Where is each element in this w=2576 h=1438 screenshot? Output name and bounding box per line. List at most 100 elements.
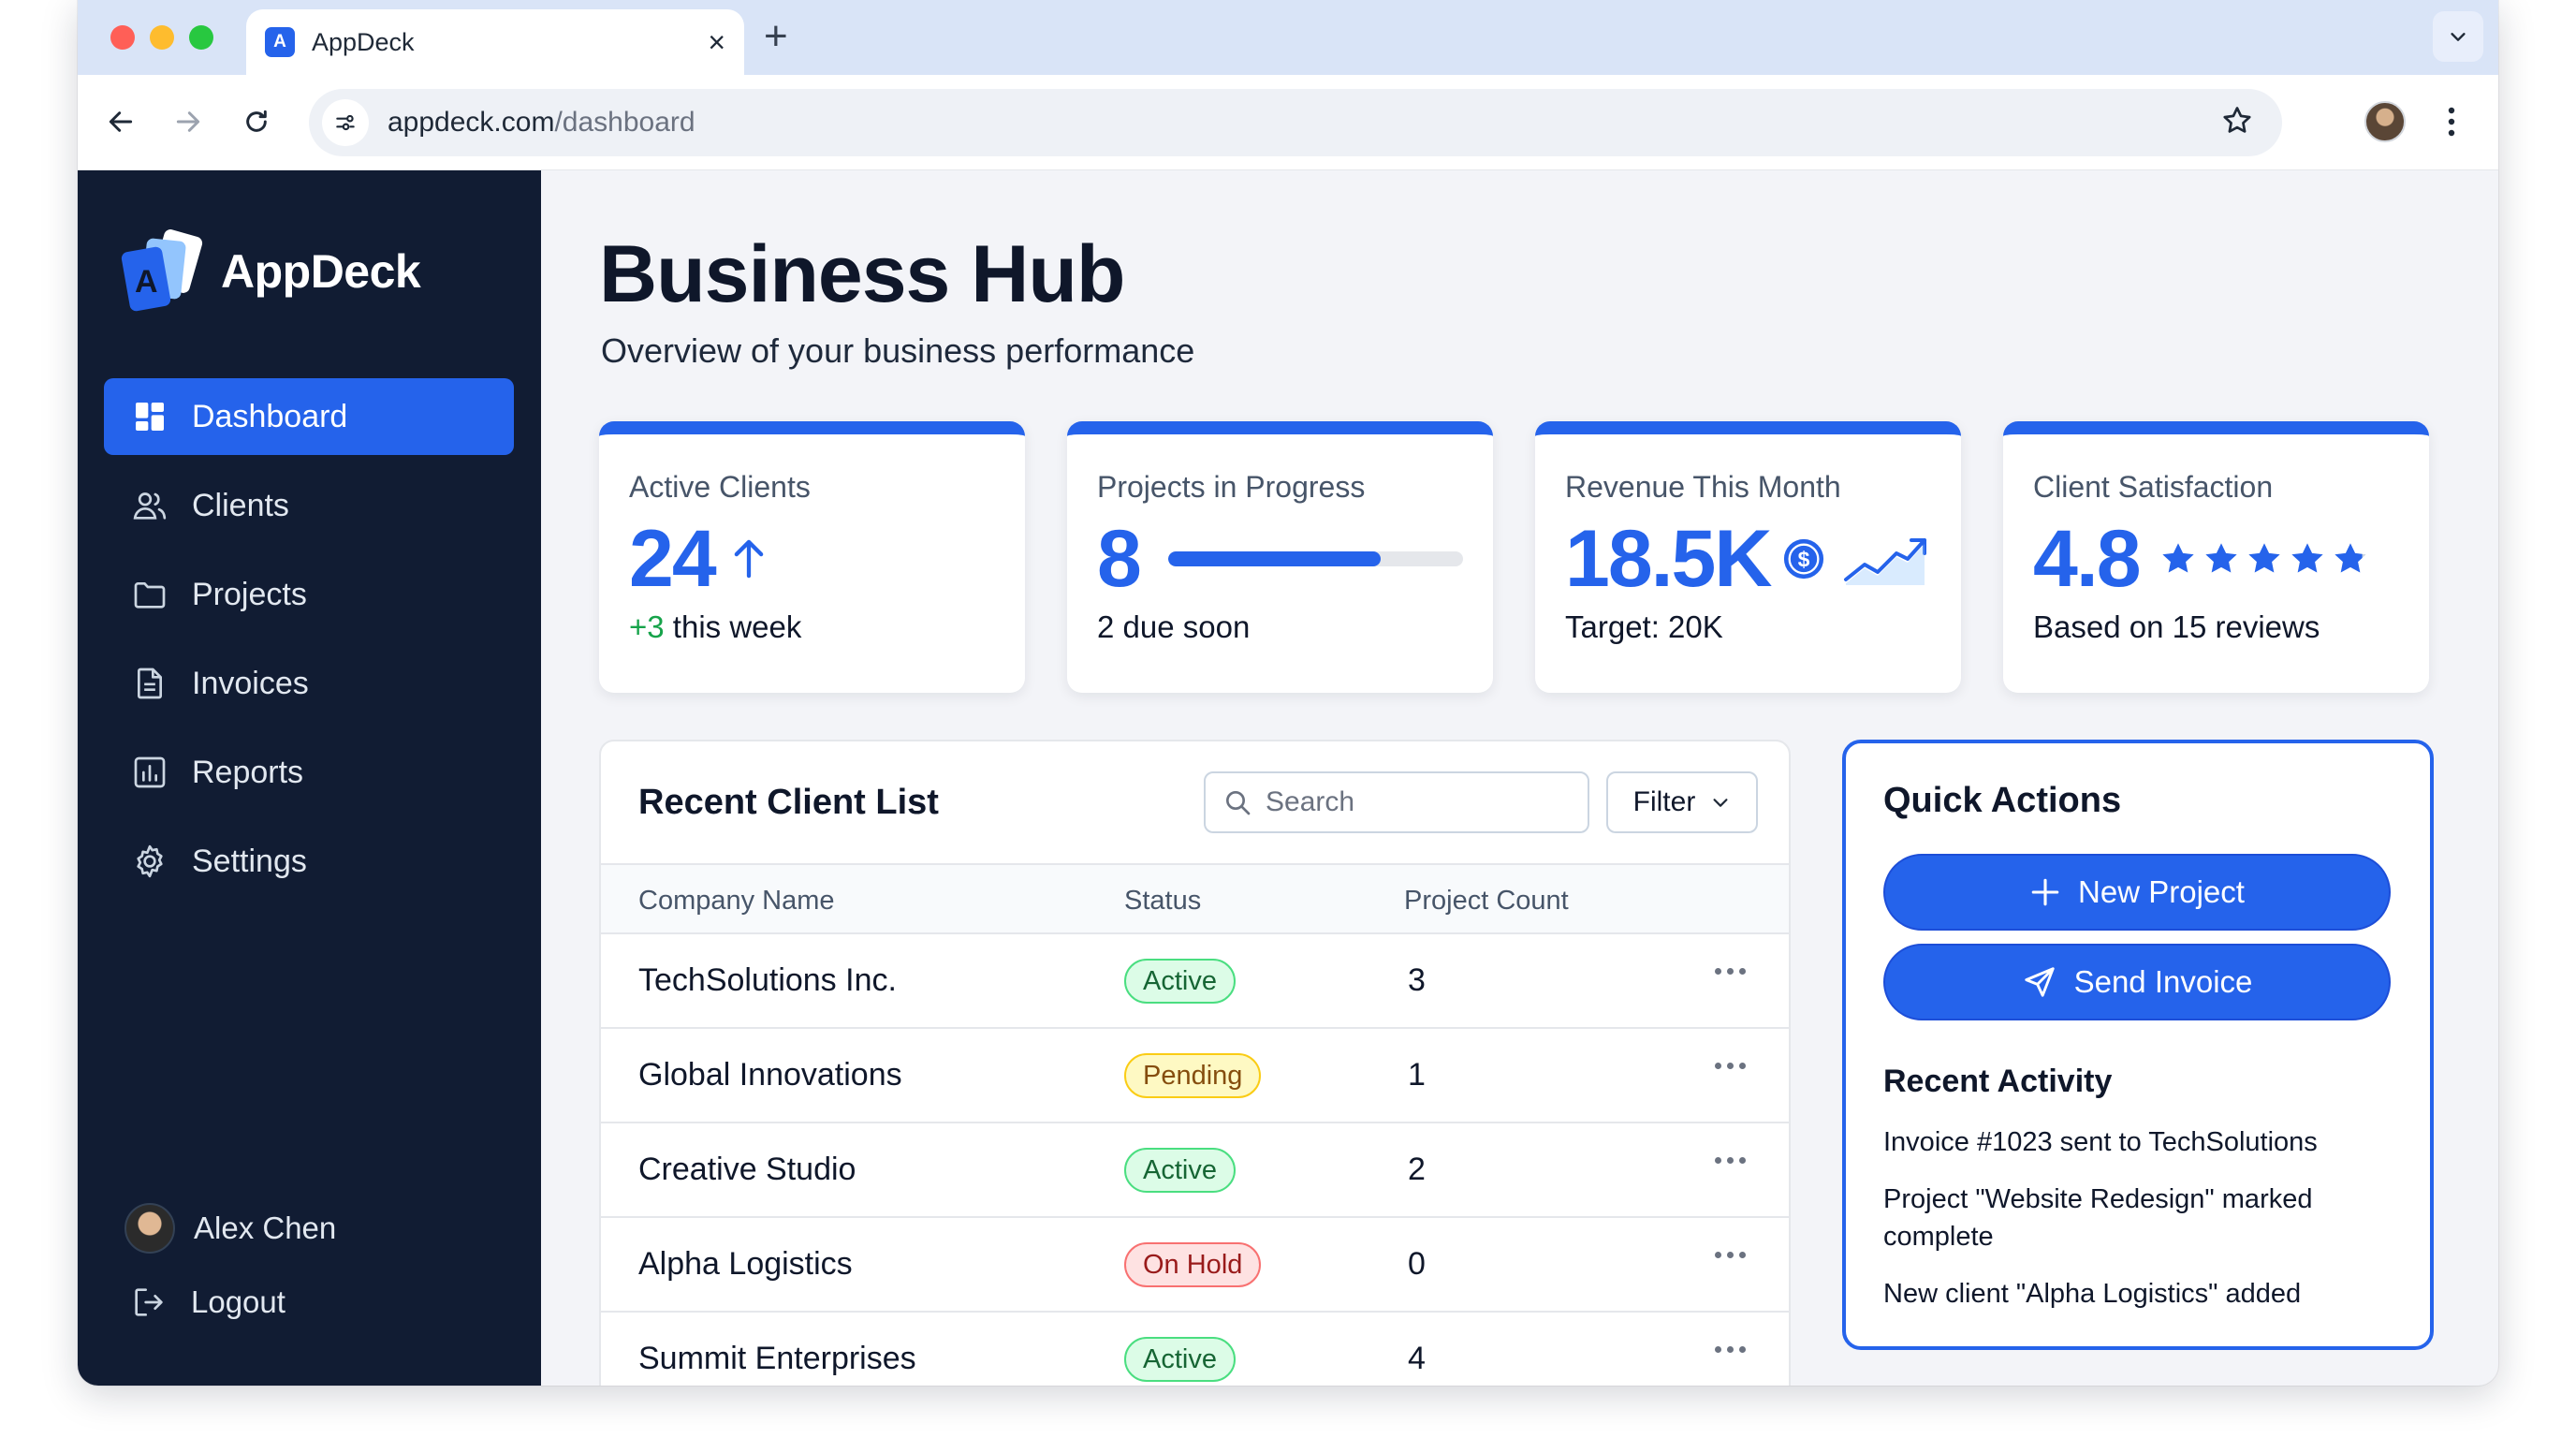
project-count: 2 xyxy=(1408,1152,1426,1187)
document-icon xyxy=(130,664,169,703)
stat-delta: +3 xyxy=(629,609,665,644)
company-name: TechSolutions Inc. xyxy=(638,962,897,998)
activity-item: New client "Alpha Logistics" added xyxy=(1883,1279,2302,1309)
status-badge: Pending xyxy=(1124,1053,1262,1098)
more-options-icon[interactable] xyxy=(1715,1157,1746,1164)
column-header-status[interactable]: Status xyxy=(1124,886,1201,917)
close-tab-icon[interactable]: × xyxy=(708,27,725,57)
logo-letter: A xyxy=(135,264,158,300)
stat-card-active-clients: Active Clients 24 +3 this week xyxy=(599,421,1025,693)
sidebar-item-invoices[interactable]: Invoices xyxy=(104,645,514,722)
stat-delta-suffix: this week xyxy=(664,609,802,644)
stat-row: 4.8 xyxy=(2033,512,2399,606)
page-subtitle: Overview of your business performance xyxy=(601,331,1195,370)
address-bar[interactable]: appdeck.com/dashboard xyxy=(309,89,2282,156)
stat-card-satisfaction: Client Satisfaction 4.8 Based on 15 revi… xyxy=(2003,421,2429,693)
browser-menu-icon[interactable] xyxy=(2446,101,2457,147)
filter-dropdown[interactable]: Filter xyxy=(1606,771,1758,833)
appdeck-logo-icon: A xyxy=(121,229,203,312)
reload-icon[interactable] xyxy=(236,101,277,142)
user-name: Alex Chen xyxy=(194,1211,337,1245)
browser-profile-avatar[interactable] xyxy=(2364,101,2406,142)
activity-item: Project "Website Redesign" marked comple… xyxy=(1883,1184,2313,1252)
stat-card-revenue: Revenue This Month 18.5K $ Target: 20K xyxy=(1535,421,1961,693)
table-row[interactable]: TechSolutions Inc. Active 3 xyxy=(601,934,1789,1029)
company-name: Alpha Logistics xyxy=(638,1246,853,1282)
dollar-coin-icon: $ xyxy=(1783,538,1823,580)
stat-value: 18.5K xyxy=(1565,514,1772,604)
sidebar-item-label: Invoices xyxy=(192,665,309,701)
more-options-icon[interactable] xyxy=(1715,1063,1746,1069)
more-options-icon[interactable] xyxy=(1715,968,1746,975)
sidebar-item-dashboard[interactable]: Dashboard xyxy=(104,378,514,455)
user-profile[interactable]: Alex Chen xyxy=(124,1203,336,1254)
progress-bar xyxy=(1167,551,1463,566)
page-title: Business Hub xyxy=(599,229,1125,319)
sidebar-item-label: Clients xyxy=(192,487,289,523)
recent-activity-title: Recent Activity xyxy=(1883,1064,2113,1099)
close-window-button[interactable] xyxy=(110,25,135,50)
progress-fill xyxy=(1167,551,1381,566)
minimize-window-button[interactable] xyxy=(150,25,174,50)
bookmark-star-icon[interactable] xyxy=(2220,104,2254,142)
logout-icon xyxy=(129,1283,168,1322)
column-header-company[interactable]: Company Name xyxy=(638,886,835,917)
project-count: 4 xyxy=(1408,1341,1426,1376)
star-icon xyxy=(2161,543,2194,573)
column-header-project-count[interactable]: Project Count xyxy=(1404,886,1569,917)
sidebar-item-label: Reports xyxy=(192,754,304,790)
send-invoice-button[interactable]: Send Invoice xyxy=(1883,944,2391,1020)
search-input[interactable] xyxy=(1266,786,1565,818)
brand[interactable]: A AppDeck xyxy=(120,228,421,315)
back-icon[interactable] xyxy=(100,101,141,142)
search-icon xyxy=(1226,791,1251,815)
stat-footnote: 2 due soon xyxy=(1097,609,1251,644)
project-count: 3 xyxy=(1408,962,1426,998)
browser-toolbar: appdeck.com/dashboard xyxy=(78,75,2498,170)
table-title: Recent Client List xyxy=(638,783,939,822)
sidebar-item-clients[interactable]: Clients xyxy=(104,467,514,544)
stat-card-projects: Projects in Progress 8 2 due soon xyxy=(1067,421,1493,693)
client-table-card: Recent Client List Filter Company Name S… xyxy=(599,740,1791,1386)
table-header: Company Name Status Project Count xyxy=(601,863,1789,934)
sidebar-item-label: Dashboard xyxy=(192,398,348,434)
stat-label: Revenue This Month xyxy=(1565,470,1841,504)
tab-title: AppDeck xyxy=(312,27,415,56)
search-box[interactable] xyxy=(1204,771,1589,833)
sidebar-item-settings[interactable]: Settings xyxy=(104,823,514,900)
send-icon xyxy=(2024,967,2055,997)
table-row[interactable]: Alpha Logistics On Hold 0 xyxy=(601,1218,1789,1313)
trend-up-icon xyxy=(1843,538,1926,585)
table-row[interactable]: Creative Studio Active 2 xyxy=(601,1123,1789,1218)
new-project-label: New Project xyxy=(2078,874,2245,909)
arrow-up-icon xyxy=(734,539,763,579)
tab-search-button[interactable] xyxy=(2433,11,2483,62)
quick-actions-title: Quick Actions xyxy=(1883,781,2122,820)
new-project-button[interactable]: New Project xyxy=(1883,854,2391,931)
new-tab-icon[interactable]: + xyxy=(764,13,788,60)
company-name: Summit Enterprises xyxy=(638,1341,916,1376)
more-options-icon[interactable] xyxy=(1715,1346,1746,1353)
sidebar-item-projects[interactable]: Projects xyxy=(104,556,514,633)
stat-row: 8 xyxy=(1097,512,1463,606)
sidebar: A AppDeck Dashboard Clients Projects Inv… xyxy=(78,170,541,1386)
star-icon xyxy=(2247,543,2280,573)
activity-item: Invoice #1023 sent to TechSolutions xyxy=(1883,1127,2318,1157)
browser-tab[interactable]: A AppDeck × xyxy=(246,9,744,75)
star-rating xyxy=(2159,539,2370,579)
more-options-icon[interactable] xyxy=(1715,1252,1746,1258)
table-row[interactable]: Summit Enterprises Active 4 xyxy=(601,1313,1789,1386)
table-row[interactable]: Global Innovations Pending 1 xyxy=(601,1029,1789,1123)
sidebar-item-reports[interactable]: Reports xyxy=(104,734,514,811)
site-info-icon[interactable] xyxy=(322,99,369,146)
stat-value: 4.8 xyxy=(2033,514,2142,604)
forward-icon[interactable] xyxy=(168,101,209,142)
stat-value: 24 xyxy=(629,514,717,604)
stat-row: 24 xyxy=(629,512,995,606)
maximize-window-button[interactable] xyxy=(189,25,213,50)
chevron-down-icon xyxy=(1713,799,1728,807)
send-invoice-label: Send Invoice xyxy=(2073,964,2253,999)
gear-icon xyxy=(130,842,169,881)
star-icon xyxy=(2204,543,2237,573)
logout-button[interactable]: Logout xyxy=(129,1283,285,1322)
